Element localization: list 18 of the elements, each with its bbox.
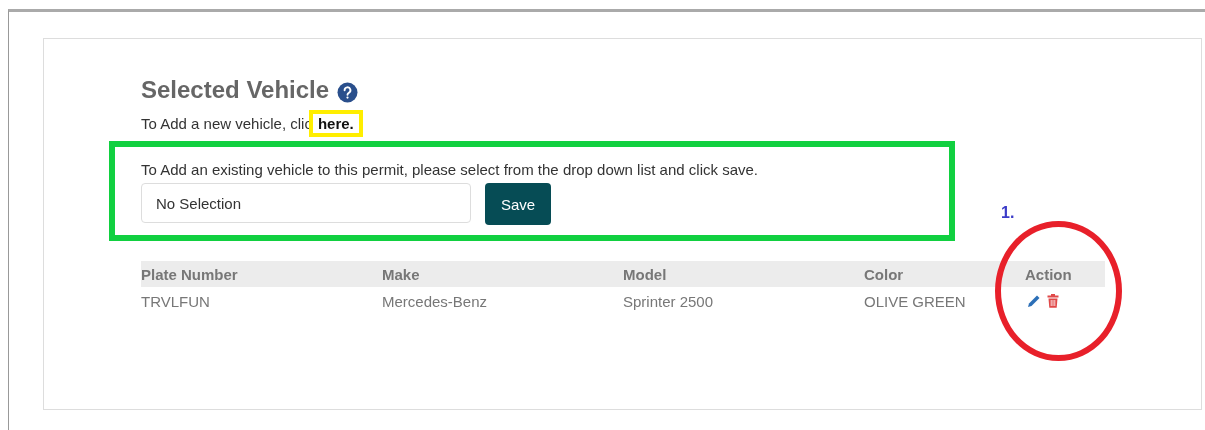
- instruction-text: To Add an existing vehicle to this permit, please select from the drop down list and click save.: [141, 161, 759, 178]
- table-cell-text: OLIVE GREEN: [864, 292, 967, 310]
- save-button[interactable]: Save: [485, 183, 552, 225]
- column-header: Plate Number: [141, 265, 239, 283]
- add-vehicle-link[interactable]: here.: [308, 109, 363, 137]
- column-header: Make: [382, 265, 421, 283]
- trash-icon[interactable]: [1047, 294, 1059, 308]
- help-icon[interactable]: [337, 81, 359, 103]
- column-header: Action: [1025, 265, 1072, 283]
- table-cell-text: Mercedes-Benz: [382, 292, 489, 310]
- table-cell-text: Sprinter 2500: [623, 292, 715, 310]
- section-title: Selected Vehicle: [141, 76, 330, 104]
- table-cell-text: TRVLFUN: [141, 292, 211, 310]
- column-header: Color: [864, 265, 905, 283]
- column-header: Model: [623, 265, 668, 283]
- pencil-icon[interactable]: [1027, 294, 1041, 308]
- annotation-number: 1.: [1001, 204, 1015, 222]
- vehicle-select[interactable]: No Selection: [141, 183, 471, 223]
